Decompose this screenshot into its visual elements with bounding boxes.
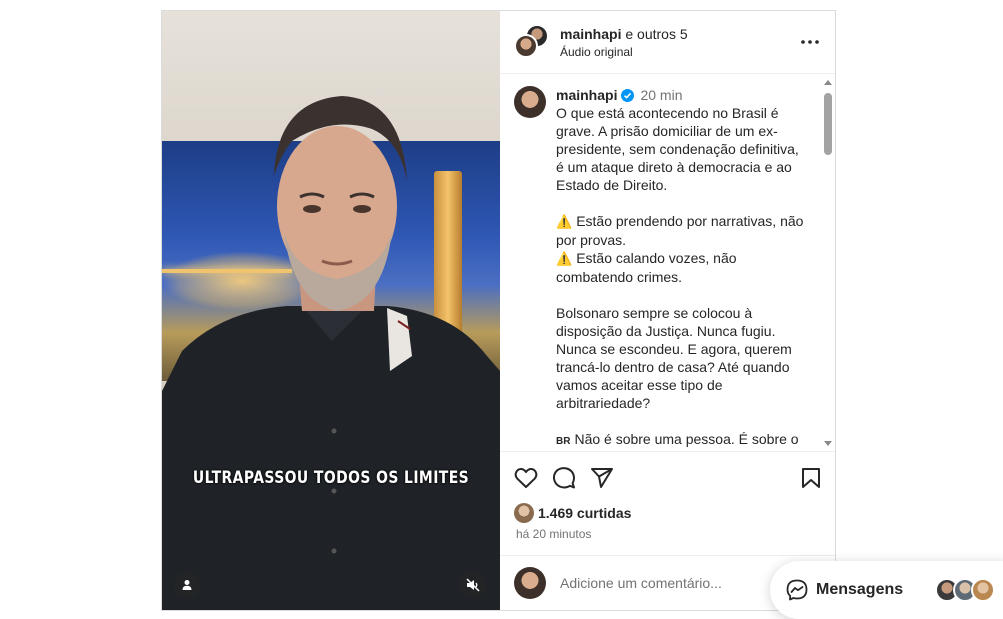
- save-button[interactable]: [801, 467, 821, 489]
- video-caption-overlay: ULTRAPASSOU TODOS OS LIMITES: [192, 468, 470, 488]
- comments-area[interactable]: mainhapi 20 min O que está acontecendo n…: [500, 74, 835, 451]
- avatar[interactable]: [514, 86, 546, 118]
- caption-username[interactable]: mainhapi: [556, 86, 617, 104]
- avatar: [971, 578, 996, 602]
- muted-speaker-icon: [466, 578, 480, 592]
- message-avatars: [935, 578, 996, 602]
- messenger-icon: [786, 579, 808, 601]
- like-button[interactable]: [514, 467, 538, 489]
- caption-timestamp: 20 min: [640, 87, 683, 103]
- mute-toggle-button[interactable]: [460, 572, 486, 598]
- messages-button[interactable]: Mensagens: [770, 561, 1003, 619]
- warning-icon: ⚠️: [556, 251, 573, 266]
- post-video[interactable]: ULTRAPASSOU TODOS OS LIMITES: [162, 11, 500, 610]
- warning-icon: ⚠️: [556, 214, 573, 229]
- caption-paragraph: O que está acontecendo no Brasil é grave…: [556, 105, 799, 193]
- scrollbar-thumb[interactable]: [824, 93, 832, 155]
- scrollbar[interactable]: [823, 78, 833, 448]
- caption-text: O que está acontecendo no Brasil é grave…: [556, 104, 808, 451]
- bookmark-icon: [802, 467, 820, 488]
- caption-paragraph: Bolsonaro sempre se colocou à disposição…: [556, 305, 792, 411]
- post-header: mainhapi e outros 5 Áudio original: [500, 11, 835, 74]
- verified-badge-icon: [621, 88, 635, 102]
- paper-plane-icon: [591, 467, 613, 488]
- likes-row: 1.469 curtidas: [500, 503, 835, 523]
- caption-row: mainhapi 20 min O que está acontecendo n…: [514, 86, 813, 451]
- comment-button[interactable]: [552, 466, 576, 490]
- likes-count[interactable]: 1.469 curtidas: [538, 505, 631, 521]
- action-bar: [500, 451, 835, 503]
- messages-label: Mensagens: [816, 581, 904, 598]
- tagged-users-button[interactable]: [174, 572, 200, 598]
- heart-icon: [514, 467, 538, 488]
- user-icon: [182, 580, 192, 590]
- caption-paragraph: ⚠️ Estão calando vozes, não combatendo cr…: [556, 250, 737, 285]
- more-dots-icon: [801, 40, 819, 44]
- caption-paragraph: ⚠️ Estão prendendo por narrativas, não po…: [556, 213, 804, 248]
- more-options-button[interactable]: [799, 31, 821, 53]
- man-in-video: [162, 96, 500, 610]
- scroll-up-arrow[interactable]: [824, 80, 832, 85]
- collab-avatars[interactable]: [514, 24, 550, 60]
- avatar: [514, 503, 534, 523]
- comment-input[interactable]: Adicione um comentário...: [560, 575, 722, 591]
- post-dialog: ULTRAPASSOU TODOS OS LIMITES mainhapi e …: [161, 10, 836, 611]
- brazil-flag-icon: BR: [556, 436, 571, 447]
- caption-paragraph: BR Não é sobre uma pessoa. É sobre o: [556, 431, 799, 447]
- avatar: [514, 34, 538, 58]
- collaborators-link[interactable]: e outros 5: [621, 26, 687, 42]
- comment-bubble-icon: [552, 466, 575, 488]
- audio-link[interactable]: Áudio original: [560, 45, 799, 59]
- avatar: [514, 567, 546, 599]
- share-button[interactable]: [590, 467, 614, 489]
- author-username[interactable]: mainhapi: [560, 26, 621, 42]
- post-timestamp[interactable]: há 20 minutos: [500, 523, 835, 541]
- post-side-panel: mainhapi e outros 5 Áudio original mainh…: [500, 11, 835, 610]
- scroll-down-arrow[interactable]: [824, 441, 832, 446]
